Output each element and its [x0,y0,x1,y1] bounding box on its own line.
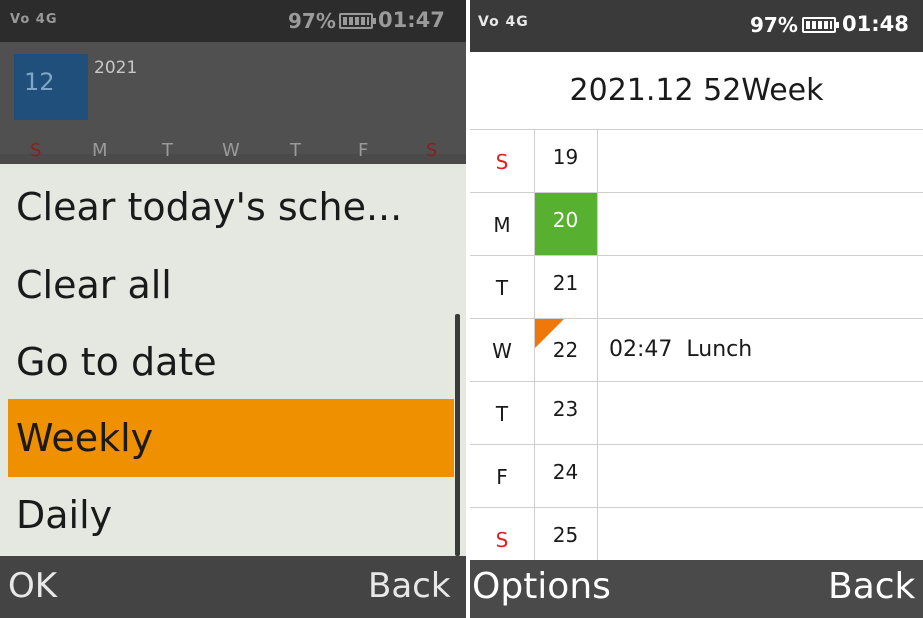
weekday-fri: F [358,140,369,161]
day-date: 24 [552,460,579,484]
left-phone-screen: Vo 4G 97% 01:47 12 2021 S M T W T F S Cl… [0,0,466,618]
day-name: T [495,276,509,300]
battery-percent: 97% [750,13,798,37]
menu-scrollbar[interactable] [455,314,460,556]
year-label: 2021 [94,58,138,78]
grid-divider [597,130,598,570]
weekday-sat: S [426,140,438,161]
status-bar: Vo 4G 97% 01:47 [0,0,466,42]
right-phone-screen: Vo 4G 97% 01:48 2021.12 52Week S 19 M 20… [470,0,923,618]
month-number: 12 [24,68,55,96]
day-name: S [495,528,509,552]
grid-divider [534,130,535,570]
signal-icon: Vo 4G [478,14,529,30]
menu-item-clear-today[interactable]: Clear today's sche... [8,168,454,246]
day-row[interactable]: W 22 02:47 Lunch [470,319,923,382]
day-date: 19 [552,145,579,169]
options-menu: Clear today's sche... Clear all Go to da… [0,164,466,556]
battery-percent: 97% [288,9,336,33]
weekday-sun: S [30,140,42,161]
event-entry[interactable]: 02:47 Lunch [609,337,752,362]
week-grid: S 19 M 20 T 21 W 22 02:47 Lunch T 23 F 2… [470,130,923,571]
day-row[interactable]: T 23 [470,382,923,445]
weekday-wed: W [222,140,240,161]
weekday-tue: T [162,140,173,161]
ok-softkey[interactable]: OK [8,566,57,606]
today-date: 20 [534,193,597,255]
week-title: 2021.12 52Week [470,52,923,130]
battery-icon [339,13,376,29]
softkey-bar: OK Back [0,556,466,618]
day-row[interactable]: F 24 [470,445,923,508]
back-softkey[interactable]: Back [368,566,451,606]
menu-item-go-to-date[interactable]: Go to date [8,323,454,401]
day-name: M [493,213,511,237]
options-softkey[interactable]: Options [472,566,611,607]
status-time: 01:47 [378,8,445,32]
day-date: 22 [552,338,579,362]
day-date: 21 [552,271,579,295]
day-name: T [495,402,509,426]
softkey-bar: Options Back [470,560,923,618]
back-softkey[interactable]: Back [828,566,915,607]
day-name: S [495,150,509,174]
status-time: 01:48 [842,12,909,36]
day-row[interactable]: T 21 [470,256,923,319]
day-row[interactable]: S 19 [470,130,923,193]
status-bar: Vo 4G 97% 01:48 [470,0,923,52]
calendar-header: 12 2021 S M T W T F S [0,42,466,161]
weekday-thu: T [290,140,301,161]
day-row[interactable]: M 20 [470,193,923,256]
signal-icon: Vo 4G [10,12,58,27]
weekday-mon: M [92,140,108,161]
menu-item-clear-all[interactable]: Clear all [8,246,454,324]
menu-item-weekly[interactable]: Weekly [8,399,454,477]
menu-item-daily[interactable]: Daily [8,476,454,554]
day-name: W [492,339,512,363]
battery-icon [802,17,839,33]
day-name: F [496,465,508,489]
day-date: 23 [552,397,579,421]
